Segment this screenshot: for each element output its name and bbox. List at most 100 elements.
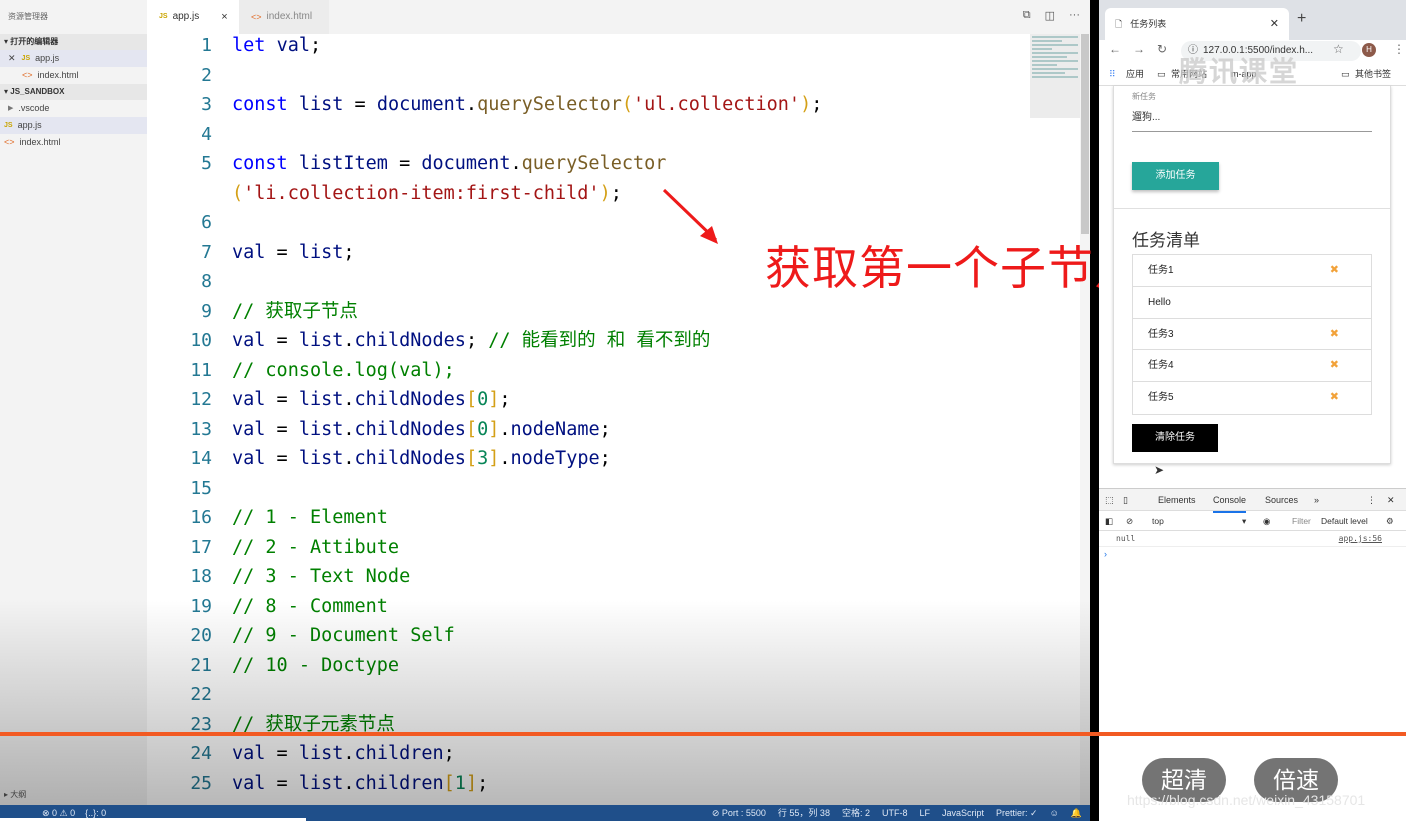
- back-icon[interactable]: ←: [1109, 42, 1121, 56]
- more-tabs[interactable]: »: [1314, 489, 1319, 511]
- clear-tasks-button[interactable]: 清除任务: [1132, 424, 1218, 452]
- close-tab-icon[interactable]: ✕: [1270, 8, 1279, 40]
- scrollbar-thumb[interactable]: [1081, 34, 1089, 234]
- devtools-menu-icon[interactable]: ⋮: [1367, 489, 1376, 511]
- code-editor[interactable]: 1 let val; 2 3 const list = document.queryS…: [147, 34, 1080, 805]
- tree-item-vscode[interactable]: ▶ .vscode: [0, 100, 147, 117]
- feedback-icon[interactable]: ☺: [1050, 805, 1059, 821]
- delete-icon[interactable]: ✖: [1330, 319, 1339, 351]
- code-line[interactable]: ('li.collection-item:first-child');: [232, 179, 622, 209]
- line-number: 15: [190, 477, 212, 499]
- line-number: 16: [190, 507, 212, 528]
- close-icon[interactable]: ✕: [8, 50, 16, 67]
- line-ending[interactable]: LF: [919, 805, 930, 821]
- editor-tabs: JS app.js × <> index.html ⧉ ◫ ···: [147, 0, 1090, 34]
- context-select[interactable]: top: [1152, 511, 1164, 531]
- code-line[interactable]: let val;: [232, 34, 332, 61]
- tree-item-app-js[interactable]: JS app.js: [0, 117, 147, 134]
- chevron-down-icon[interactable]: ▾: [1242, 511, 1246, 531]
- code-line[interactable]: const list = document.querySelector('ul.…: [232, 90, 822, 120]
- tab-console[interactable]: Console: [1213, 489, 1247, 513]
- console-prompt[interactable]: ›: [1099, 547, 1406, 561]
- bell-icon[interactable]: 🔔: [1071, 805, 1082, 821]
- console-toolbar: ◧ ⊘ top ▾ ◉ Filter Default level ⚙: [1099, 511, 1406, 531]
- outline-section[interactable]: ▸ 大纲: [0, 787, 147, 803]
- device-toolbar-icon[interactable]: ▯: [1123, 489, 1128, 511]
- workspace-section[interactable]: ▾ JS_SANDBOX: [0, 84, 147, 100]
- line-number: [147, 179, 212, 209]
- line-number: 6: [201, 212, 212, 233]
- more-actions-icon[interactable]: ···: [1069, 9, 1080, 22]
- code-line[interactable]: val = list.children;: [232, 739, 455, 769]
- reload-icon[interactable]: ↻: [1157, 42, 1167, 56]
- inspect-icon[interactable]: ⬚: [1105, 489, 1114, 511]
- code-line[interactable]: // 获取子节点: [232, 297, 358, 327]
- line-number: 8: [201, 271, 212, 292]
- close-devtools-icon[interactable]: ✕: [1387, 489, 1395, 511]
- log-source-link[interactable]: app.js:56: [1339, 531, 1382, 547]
- new-task-label: 新任务: [1132, 92, 1156, 101]
- avatar[interactable]: H: [1362, 43, 1376, 57]
- code-line[interactable]: val = list.childNodes[0].nodeName;: [232, 415, 611, 445]
- bookmark-star-icon[interactable]: ☆: [1333, 42, 1344, 56]
- line-number: 14: [190, 448, 212, 469]
- new-task-input[interactable]: 遛狗...: [1132, 104, 1372, 132]
- tab-sources[interactable]: Sources: [1265, 489, 1298, 511]
- open-editor-app-js[interactable]: ✕ JS app.js: [0, 50, 147, 67]
- sidebar-toggle-icon[interactable]: ◧: [1105, 511, 1113, 531]
- delete-icon[interactable]: ✖: [1330, 255, 1339, 287]
- gear-icon[interactable]: ⚙: [1386, 511, 1394, 531]
- task-app: 新任务 遛狗... 添加任务 任务清单 任务1 ✖ Hello 任务3 ✖ 任务4 ✖…: [1113, 86, 1391, 464]
- new-tab-icon[interactable]: +: [1297, 10, 1306, 28]
- code-line[interactable]: // 10 - Doctype: [232, 651, 399, 681]
- tab-elements[interactable]: Elements: [1158, 489, 1196, 511]
- bookmark-other[interactable]: 其他书签: [1355, 62, 1391, 86]
- code-line[interactable]: val = list.childNodes; // 能看到的 和 看不到的: [232, 326, 710, 356]
- bookmark-apps[interactable]: 应用: [1126, 62, 1144, 86]
- line-number: 12: [190, 389, 212, 410]
- cursor-position[interactable]: 行 55，列 38: [778, 805, 830, 821]
- add-task-button[interactable]: 添加任务: [1132, 162, 1219, 190]
- tree-item-index-html[interactable]: <> index.html: [0, 134, 147, 151]
- volume-icon[interactable]: [1362, 764, 1396, 796]
- red-arrow-annotation: [662, 188, 718, 244]
- code-line[interactable]: // console.log(val);: [232, 356, 455, 386]
- apps-icon[interactable]: ⠿: [1109, 62, 1116, 86]
- clear-console-icon[interactable]: ⊘: [1126, 511, 1133, 531]
- delete-icon[interactable]: ✖: [1330, 350, 1339, 382]
- live-server-port[interactable]: ⊘ Port : 5500: [712, 805, 766, 821]
- code-line[interactable]: // 2 - Attibute: [232, 533, 399, 563]
- language-mode[interactable]: JavaScript: [942, 805, 984, 821]
- open-editors-section[interactable]: ▾ 打开的编辑器: [0, 34, 147, 50]
- video-progress-bar[interactable]: [0, 732, 1406, 736]
- prettier-status[interactable]: Prettier: ✓: [996, 805, 1038, 821]
- code-line[interactable]: // 1 - Element: [232, 503, 388, 533]
- editor-scrollbar[interactable]: [1080, 34, 1090, 805]
- eye-icon[interactable]: ◉: [1263, 511, 1270, 531]
- close-icon[interactable]: ×: [221, 0, 227, 34]
- code-line[interactable]: val = list.childNodes[3].nodeType;: [232, 444, 611, 474]
- browser-tab[interactable]: 🗋 任务列表 ✕: [1105, 8, 1289, 40]
- code-line[interactable]: val = list.childNodes[0];: [232, 385, 511, 415]
- tab-index-html[interactable]: <> index.html: [239, 0, 329, 34]
- code-line[interactable]: val = list.children[1];: [232, 769, 488, 799]
- code-line[interactable]: // 3 - Text Node: [232, 562, 410, 592]
- open-editor-index-html[interactable]: <> index.html: [0, 67, 147, 84]
- forward-icon[interactable]: →: [1133, 42, 1145, 56]
- code-line[interactable]: // 9 - Document Self: [232, 621, 455, 651]
- tab-app-js[interactable]: JS app.js ×: [147, 0, 239, 34]
- log-level-select[interactable]: Default level: [1321, 511, 1368, 531]
- code-line[interactable]: // 8 - Comment: [232, 592, 388, 622]
- console-filter-input[interactable]: Filter: [1292, 511, 1311, 531]
- split-editor-icon[interactable]: ◫: [1045, 9, 1055, 22]
- code-line[interactable]: const listItem = document.querySelector: [232, 149, 666, 179]
- delete-icon[interactable]: ✖: [1330, 382, 1339, 414]
- indentation[interactable]: 空格: 2: [842, 805, 870, 821]
- browser-tab-strip: 🗋 任务列表 ✕ +: [1099, 0, 1406, 40]
- encoding[interactable]: UTF-8: [882, 805, 908, 821]
- minimap[interactable]: [1030, 34, 1080, 118]
- devtools-tabs: ⬚ ▯ Elements Console Sources » ⋮ ✕: [1099, 489, 1406, 513]
- code-line[interactable]: val = list;: [232, 238, 355, 268]
- compare-icon[interactable]: ⧉: [1023, 9, 1031, 22]
- menu-icon[interactable]: ⋮: [1393, 42, 1405, 56]
